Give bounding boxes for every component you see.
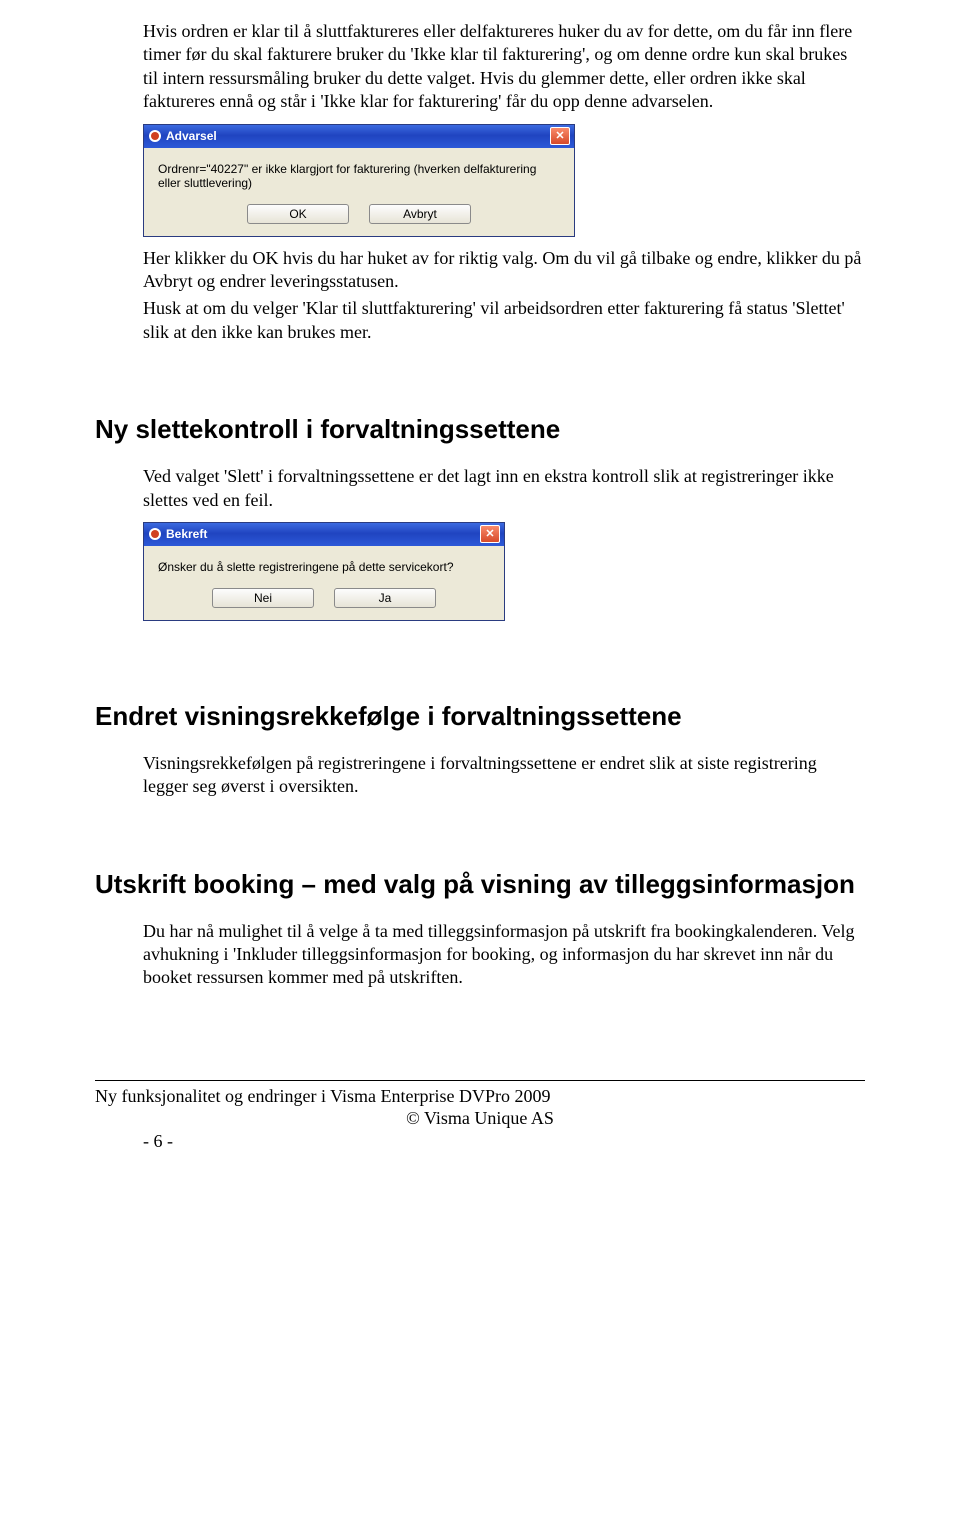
dialog-title-text: Advarsel (166, 129, 217, 143)
no-button[interactable]: Nei (212, 588, 314, 608)
heading-slettekontroll: Ny slettekontroll i forvaltningssettene (95, 414, 865, 445)
dialog-titlebar: Bekreft ✕ (144, 523, 504, 546)
footer-divider (95, 1080, 865, 1081)
app-icon (148, 129, 162, 143)
paragraph-1: Hvis ordren er klar til å sluttfakturere… (143, 20, 865, 114)
cancel-button[interactable]: Avbryt (369, 204, 471, 224)
page-number: - 6 - (143, 1130, 865, 1153)
close-icon[interactable]: ✕ (480, 525, 500, 543)
footer-line-1: Ny funksjonalitet og endringer i Visma E… (95, 1085, 865, 1108)
close-icon[interactable]: ✕ (550, 127, 570, 145)
paragraph-2: Her klikker du OK hvis du har huket av f… (143, 247, 865, 294)
footer-line-2: © Visma Unique AS (95, 1107, 865, 1130)
paragraph-5: Visningsrekkefølgen på registreringene i… (143, 752, 865, 799)
dialog-advarsel: Advarsel ✕ Ordrenr="40227" er ikke klarg… (143, 124, 575, 237)
dialog-body-text: Ordrenr="40227" er ikke klargjort for fa… (158, 162, 558, 190)
yes-button[interactable]: Ja (334, 588, 436, 608)
paragraph-6: Du har nå mulighet til å velge å ta med … (143, 920, 865, 990)
dialog-title-text: Bekreft (166, 527, 207, 541)
heading-visningsrekkefolge: Endret visningsrekkefølge i forvaltnings… (95, 701, 865, 732)
paragraph-4: Ved valget 'Slett' i forvaltningssettene… (143, 465, 865, 512)
page-footer: Ny funksjonalitet og endringer i Visma E… (95, 1080, 865, 1153)
paragraph-3: Husk at om du velger 'Klar til sluttfakt… (143, 297, 865, 344)
dialog-body-text: Ønsker du å slette registreringene på de… (158, 560, 490, 574)
ok-button[interactable]: OK (247, 204, 349, 224)
dialog-titlebar: Advarsel ✕ (144, 125, 574, 148)
dialog-bekreft: Bekreft ✕ Ønsker du å slette registrerin… (143, 522, 505, 621)
heading-utskrift-booking: Utskrift booking – med valg på visning a… (95, 869, 865, 900)
app-icon (148, 527, 162, 541)
